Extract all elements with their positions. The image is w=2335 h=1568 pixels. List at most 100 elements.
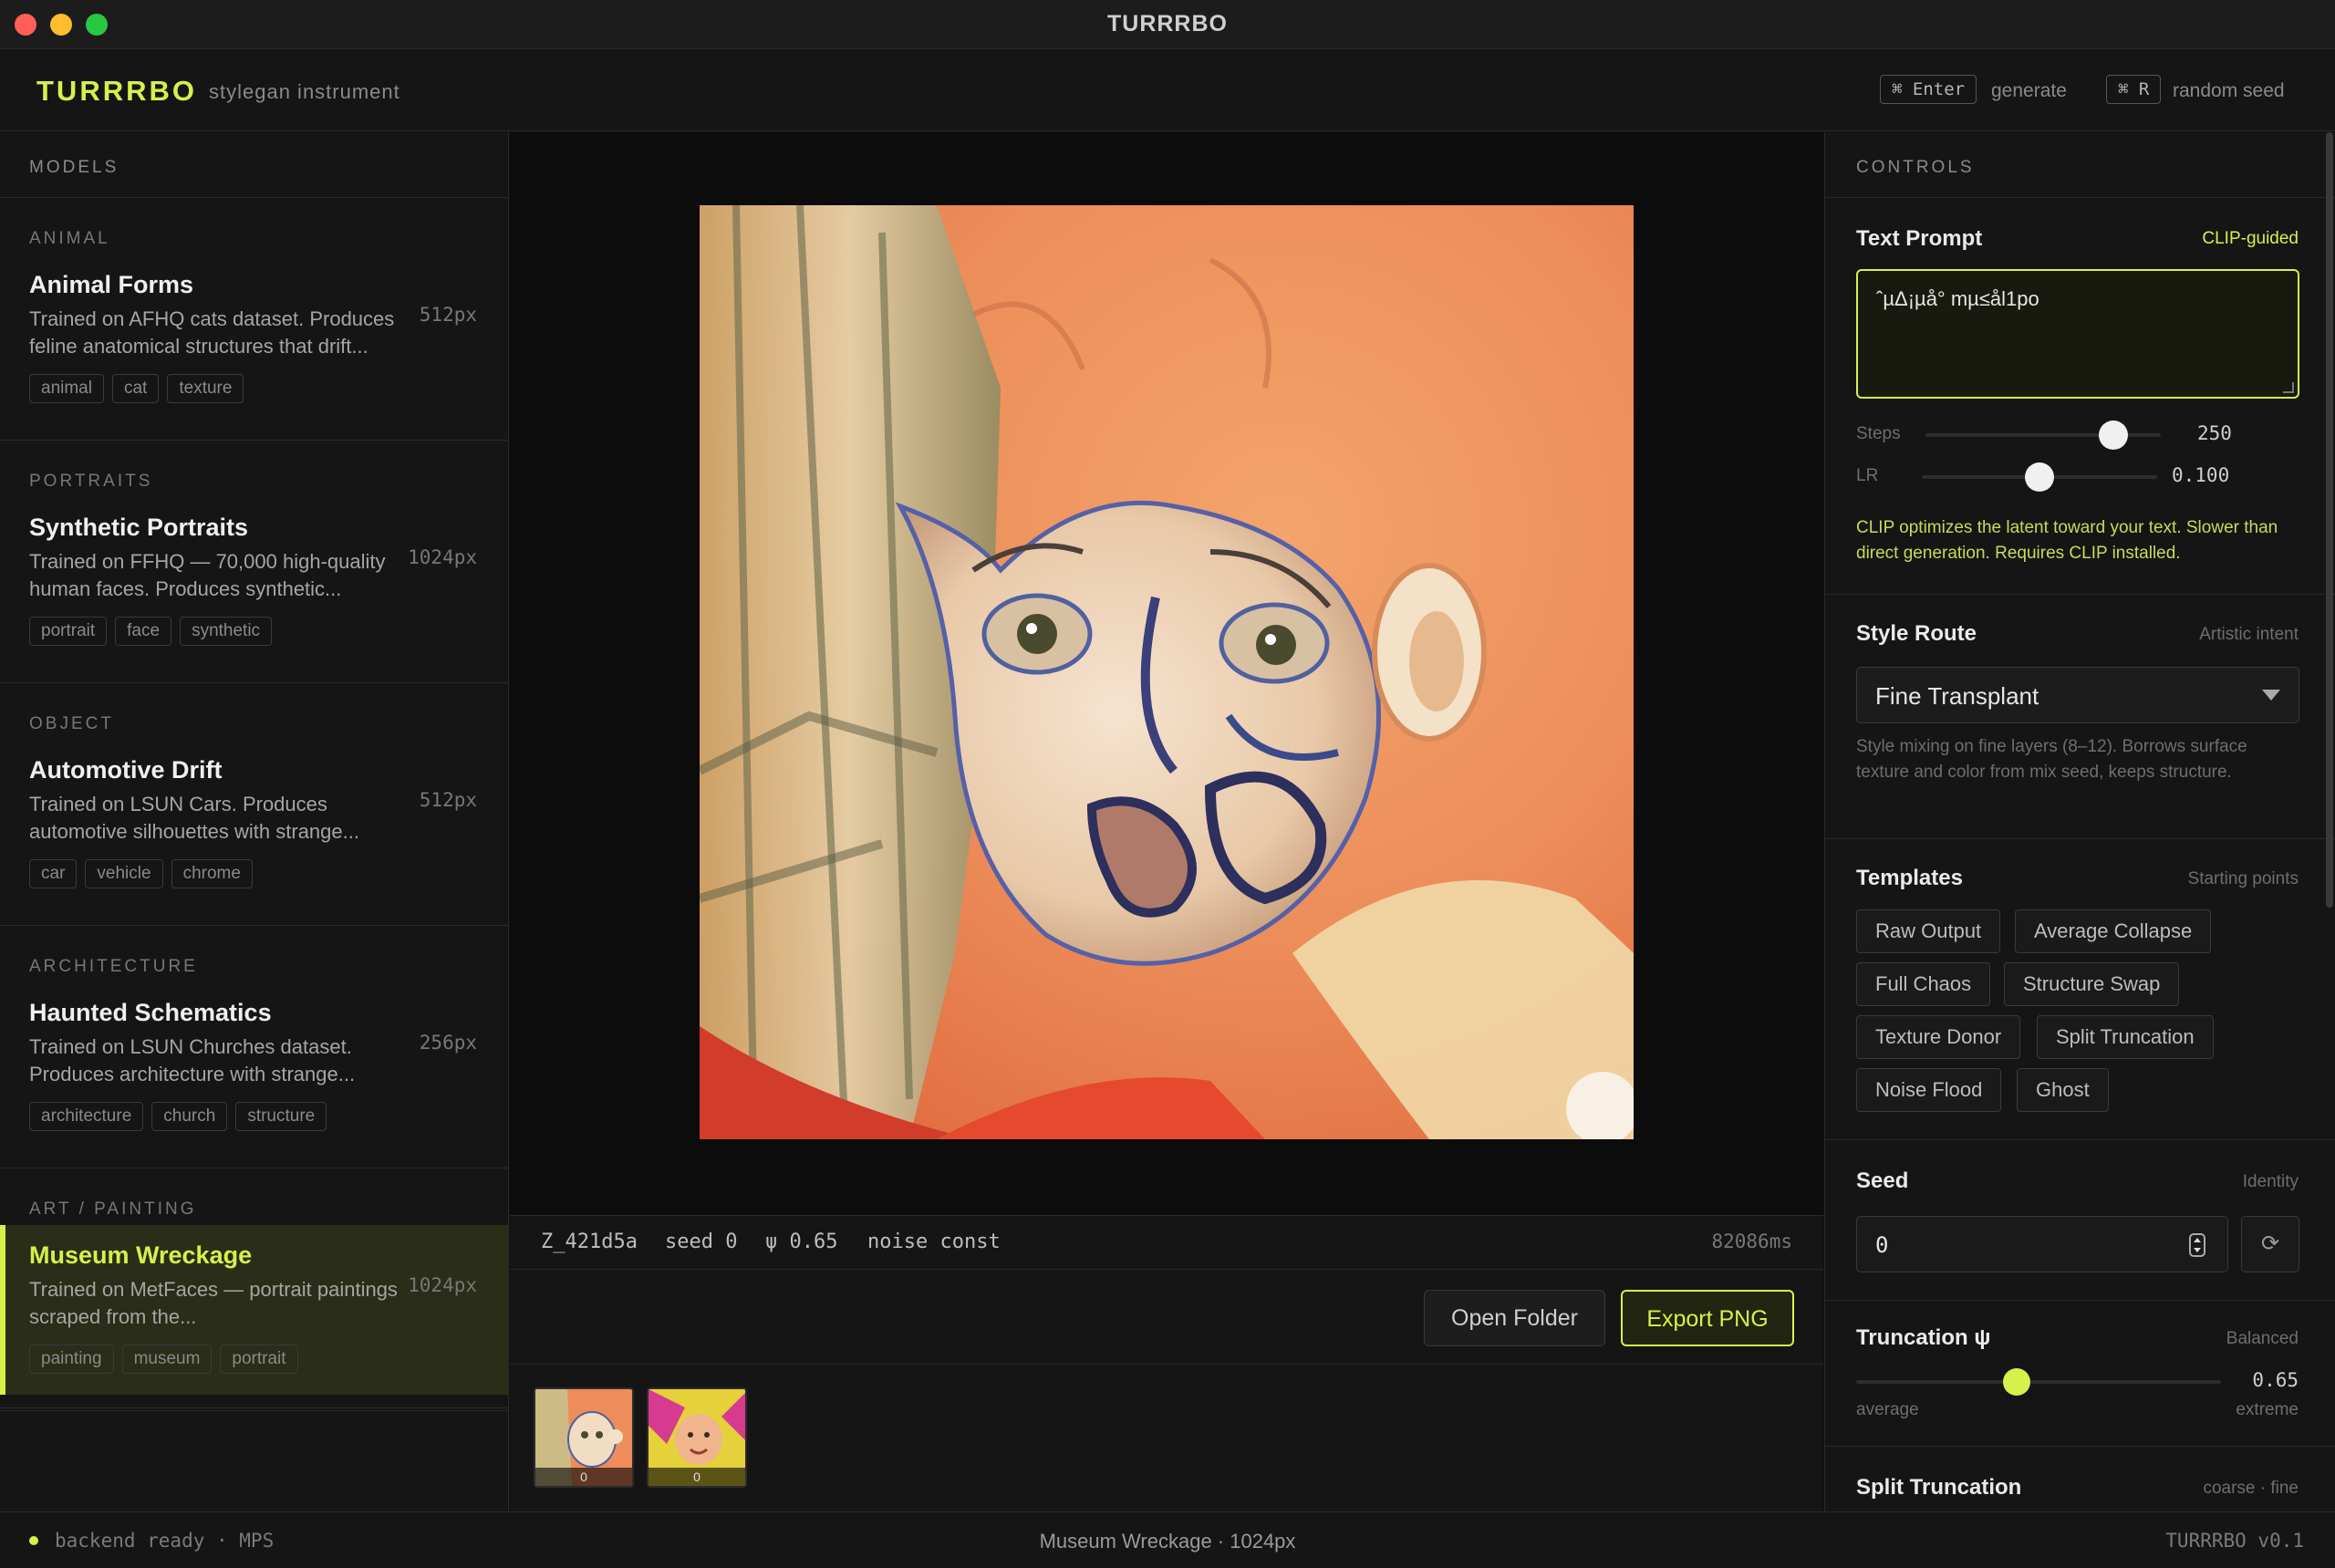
stepper-icon[interactable] [2189, 1233, 2205, 1257]
split-truncation-hint: coarse · fine [2203, 1479, 2299, 1498]
clip-note: CLIP optimizes the latent toward your te… [1856, 518, 2278, 563]
model-category: ANIMAL [29, 229, 110, 248]
random-seed-shortcut-key: ⌘ R [2106, 75, 2162, 104]
truncation-slider-thumb[interactable] [2003, 1368, 2030, 1396]
models-sidebar: MODELS ANIMAL Animal Forms Trained on AF… [0, 132, 509, 1511]
truncation-min-label: average [1856, 1400, 1919, 1419]
divider [1825, 1139, 2335, 1140]
tag: portrait [220, 1345, 298, 1374]
tag: cat [111, 374, 160, 403]
open-folder-button[interactable]: Open Folder [1424, 1290, 1605, 1346]
model-category: OBJECT [29, 714, 114, 733]
status-bar: backend ready · MPS Museum Wreckage · 10… [0, 1511, 2335, 1568]
style-route-note: Style mixing on fine layers (8–12). Borr… [1856, 737, 2247, 782]
model-card-automotive-drift[interactable]: OBJECT Automotive Drift Trained on LSUN … [0, 683, 508, 926]
model-description: Trained on MetFaces — portrait paintings… [29, 1278, 398, 1328]
window-title: TURRRBO [1107, 11, 1228, 36]
truncation-value: 0.65 [2252, 1369, 2299, 1391]
model-name: Haunted Schematics [29, 999, 272, 1026]
model-description: Trained on FFHQ — 70,000 high-quality hu… [29, 550, 386, 600]
tag: animal [29, 374, 104, 403]
app-header: TURRRBO stylegan instrument ⌘ Enter gene… [0, 49, 2335, 131]
template-raw-output[interactable]: Raw Output [1856, 909, 2001, 953]
steps-value: 250 [2197, 422, 2232, 444]
model-tags: painting museum portrait [29, 1345, 298, 1374]
render-time: 82086ms [1711, 1231, 1792, 1252]
model-card-animal-forms[interactable]: ANIMAL Animal Forms Trained on AFHQ cats… [0, 198, 508, 441]
divider [1825, 594, 2335, 595]
model-description: Trained on LSUN Cars. Produces automotiv… [29, 793, 359, 843]
seed-hint: Identity [2242, 1172, 2299, 1191]
model-card-synthetic-portraits[interactable]: PORTRAITS Synthetic Portraits Trained on… [0, 441, 508, 683]
model-resolution: 256px [419, 1032, 477, 1054]
brand-logo: TURRRBO [36, 75, 197, 107]
style-route-hint: Artistic intent [2199, 625, 2299, 644]
divider [1825, 1446, 2335, 1447]
steps-slider-thumb[interactable] [2099, 421, 2129, 450]
generation-meta-bar: Z_421d5a seed 0 ψ 0.65 noise const 82086… [510, 1215, 1823, 1270]
model-description: Trained on LSUN Churches dataset. Produc… [29, 1035, 356, 1085]
template-noise-flood[interactable]: Noise Flood [1856, 1068, 2002, 1112]
truncation-max-label: extreme [2236, 1400, 2299, 1419]
template-texture-donor[interactable]: Texture Donor [1856, 1015, 2021, 1059]
tag: car [29, 859, 78, 888]
tag: face [115, 617, 172, 646]
template-ghost[interactable]: Ghost [2017, 1068, 2109, 1112]
divider [1825, 1300, 2335, 1301]
thumbnail-label: 0 [649, 1468, 745, 1486]
templates-title: Templates [1856, 866, 1963, 890]
steps-label: Steps [1856, 424, 1901, 443]
model-resolution: 512px [419, 304, 477, 326]
tag: painting [29, 1345, 114, 1374]
active-model-highlight[interactable]: Museum Wreckage Trained on MetFaces — po… [0, 1225, 508, 1395]
tag: structure [235, 1102, 327, 1131]
steps-slider[interactable] [1925, 421, 2161, 450]
template-full-chaos[interactable]: Full Chaos [1856, 962, 1991, 1006]
controls-scrollbar[interactable] [2326, 132, 2333, 908]
seed-title: Seed [1856, 1168, 1909, 1193]
seed-input[interactable]: 0 [1856, 1216, 2228, 1272]
lr-slider[interactable] [1922, 462, 2157, 492]
clip-guided-hint: CLIP-guided [2202, 229, 2299, 248]
current-model-status: Museum Wreckage · 1024px [1039, 1530, 1296, 1552]
text-prompt-input[interactable]: ˆµΔ¡µå° mµ≤ål1po [1856, 269, 2299, 399]
divider [1825, 838, 2335, 839]
controls-panel: CONTROLS Text Prompt CLIP-guided ˆµΔ¡µå°… [1824, 132, 2335, 1511]
style-route-title: Style Route [1856, 621, 1977, 646]
app-version: TURRRBO v0.1 [2165, 1530, 2304, 1552]
refresh-icon[interactable]: ⟳ [2241, 1216, 2299, 1272]
truncation-slider[interactable] [1856, 1368, 2221, 1396]
model-resolution: 512px [419, 789, 477, 811]
truncation-hint: Balanced [2226, 1329, 2299, 1348]
resize-handle-icon[interactable] [2283, 382, 2294, 393]
brand-subtitle: stylegan instrument [209, 80, 400, 103]
psi-readout: ψ 0.65 [765, 1231, 838, 1253]
export-png-button[interactable]: Export PNG [1621, 1290, 1794, 1346]
style-route-select[interactable]: Fine Transplant [1856, 667, 2299, 723]
template-structure-swap[interactable]: Structure Swap [2004, 962, 2180, 1006]
model-name: Synthetic Portraits [29, 514, 249, 541]
generate-shortcut-key: ⌘ Enter [1880, 75, 1977, 104]
generated-image [700, 205, 1634, 1139]
model-card-haunted-schematics[interactable]: ARCHITECTURE Haunted Schematics Trained … [0, 926, 508, 1168]
template-split-truncation[interactable]: Split Truncation [2037, 1015, 2214, 1059]
divider [0, 1407, 509, 1408]
model-name: Animal Forms [29, 271, 194, 298]
models-heading: MODELS [29, 158, 119, 177]
divider [1825, 197, 2335, 198]
model-category: PORTRAITS [29, 472, 153, 491]
model-name: Museum Wreckage [29, 1241, 253, 1269]
seed-value: 0 [1875, 1232, 1889, 1258]
model-name: Automotive Drift [29, 756, 223, 784]
chevron-down-icon [2262, 690, 2280, 701]
lr-value: 0.100 [2172, 464, 2230, 486]
generate-shortcut-label: generate [1991, 80, 2067, 101]
thumbnail-label: 0 [535, 1468, 632, 1486]
tag: texture [167, 374, 244, 403]
model-description: Trained on AFHQ cats dataset. Produces f… [29, 307, 395, 358]
history-thumbnail[interactable]: 0 [647, 1387, 747, 1488]
lr-slider-thumb[interactable] [2025, 462, 2054, 492]
history-thumbnail[interactable]: 0 [534, 1387, 634, 1488]
template-average-collapse[interactable]: Average Collapse [2015, 909, 2212, 953]
tag: museum [121, 1345, 213, 1374]
